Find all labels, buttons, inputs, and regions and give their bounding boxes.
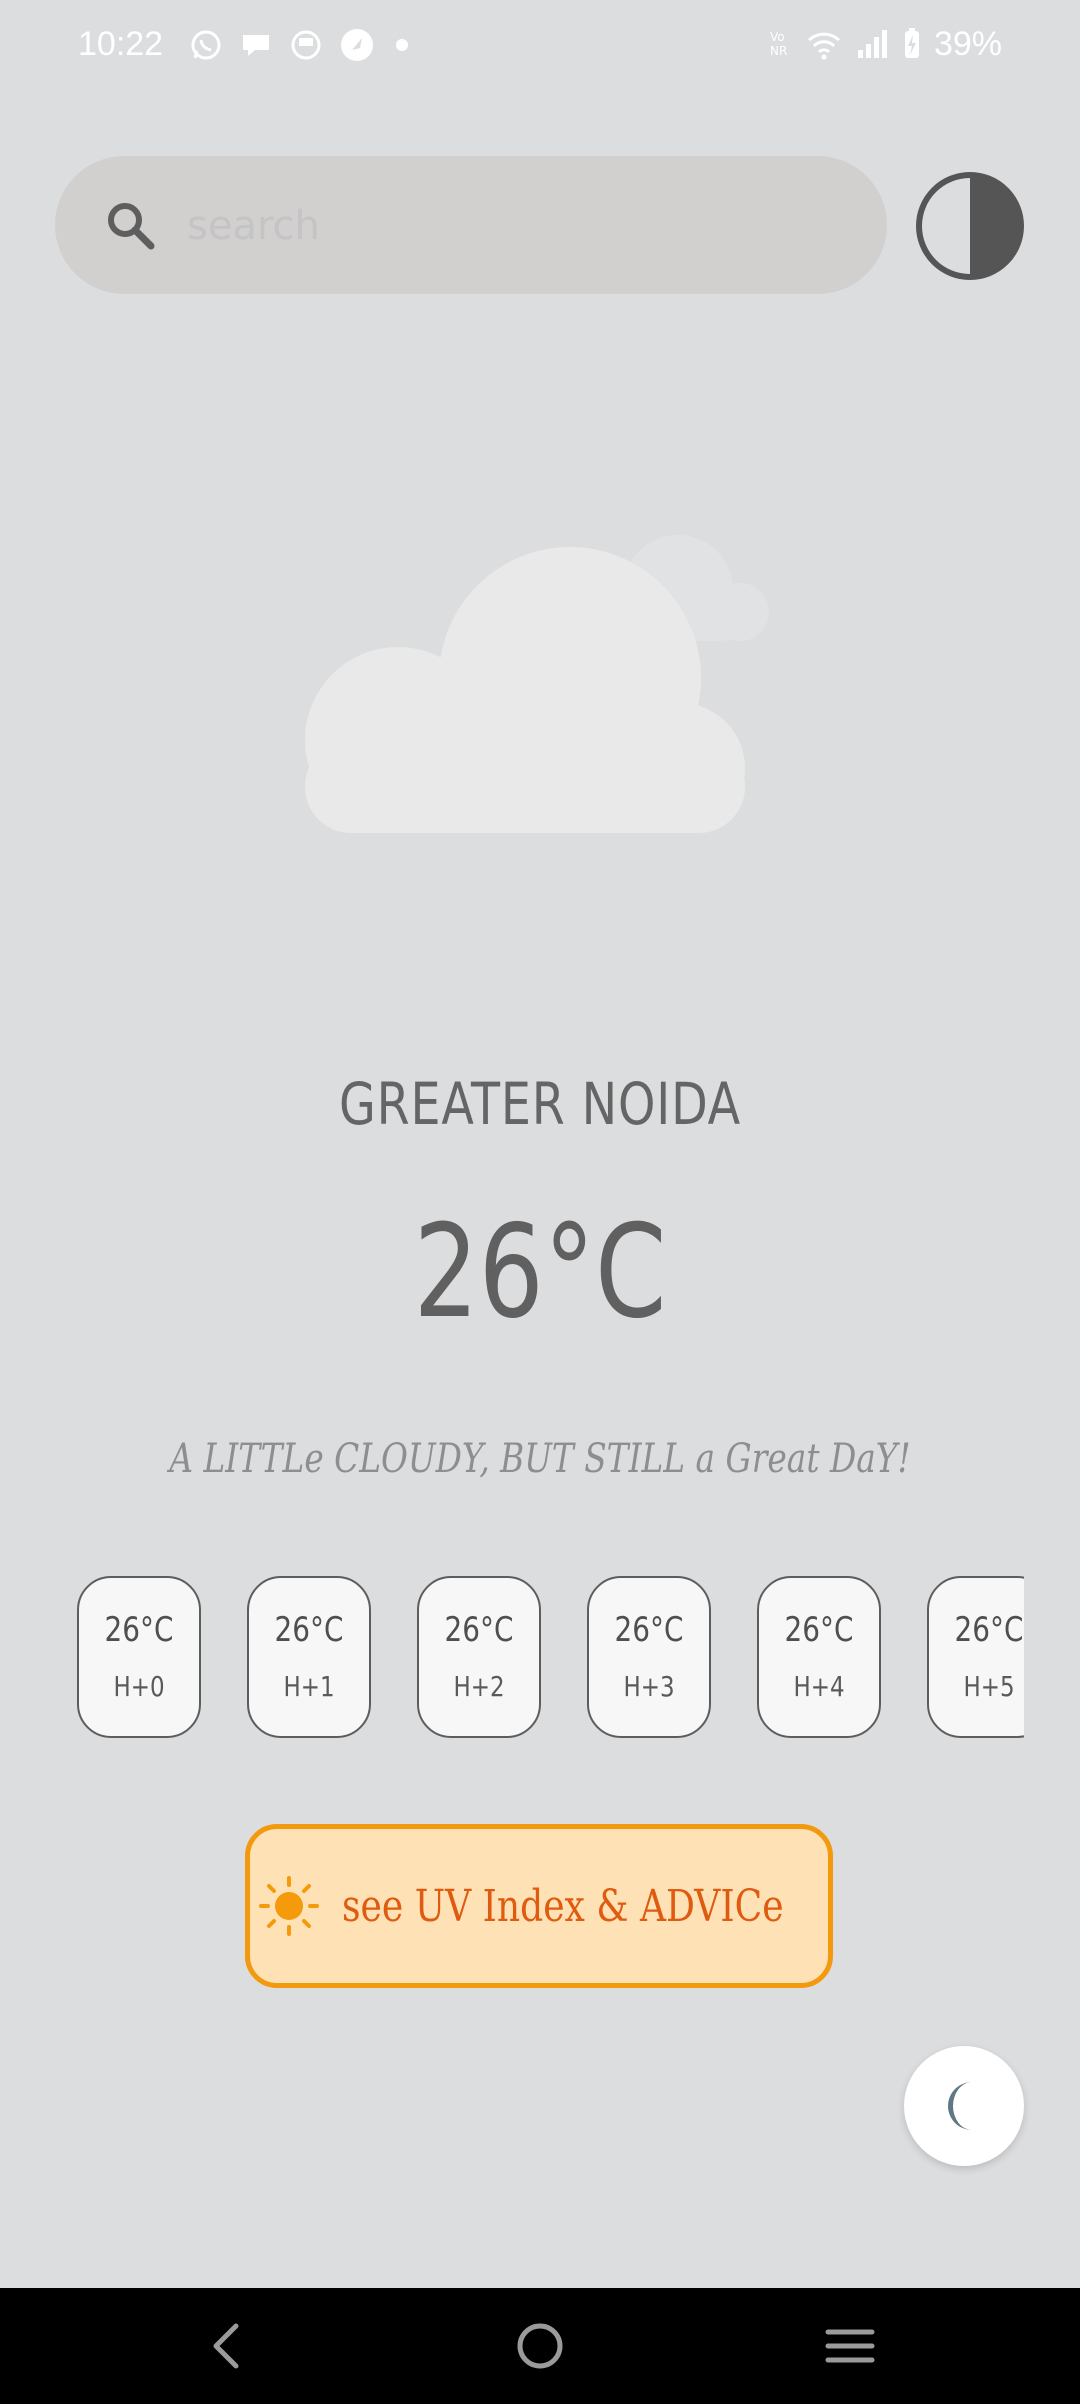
hourly-forecast[interactable]: 26°C H+0 26°C H+1 26°C H+2 26°C H+3 26°C…: [77, 1576, 1024, 1742]
hour-temp: 26°C: [954, 1610, 1024, 1650]
hour-temp: 26°C: [274, 1610, 344, 1650]
hour-label: H+5: [963, 1670, 1015, 1703]
search-input[interactable]: [185, 190, 849, 262]
uv-index-button[interactable]: see UV Index & ADVICe: [245, 1824, 833, 1988]
hour-card[interactable]: 26°C H+5: [927, 1576, 1024, 1738]
dark-mode-button[interactable]: [904, 2046, 1024, 2166]
system-status: Vo NR 39%: [768, 22, 1002, 66]
hour-card[interactable]: 26°C H+2: [417, 1576, 541, 1738]
battery-charging-icon: [904, 28, 919, 58]
signal-icon: [857, 30, 887, 58]
compass-icon: [341, 29, 373, 61]
sun-icon: [258, 1876, 319, 1936]
contrast-toggle-icon[interactable]: [914, 170, 1026, 282]
status-time: 10:22: [78, 25, 164, 63]
wifi-icon: [807, 32, 840, 60]
home-icon[interactable]: [508, 2314, 572, 2378]
moon-icon: [948, 2082, 972, 2130]
svg-text:Vo: Vo: [770, 30, 785, 44]
search-bar[interactable]: [55, 156, 887, 294]
app-icon: [291, 30, 321, 60]
navigation-bar: [0, 2288, 1080, 2404]
whatsapp-icon: [191, 30, 221, 60]
weather-description: A LITTLe CLOUDY, BUT STILL a Great DaY!: [169, 1436, 911, 1482]
hour-card[interactable]: 26°C H+3: [587, 1576, 711, 1738]
notification-icons: [188, 26, 414, 64]
hour-label: H+3: [623, 1670, 675, 1703]
battery-percent: 39%: [933, 25, 1002, 63]
search-icon: [108, 203, 155, 250]
status-bar: 10:22 Vo NR 39%: [0, 0, 1080, 90]
hour-card[interactable]: 26°C H+4: [757, 1576, 881, 1738]
hour-label: H+4: [793, 1670, 845, 1703]
uv-button-label: see UV Index & ADVICe: [341, 1880, 784, 1932]
chat-bubble-icon: [243, 35, 269, 56]
hour-card[interactable]: 26°C H+1: [247, 1576, 371, 1738]
hour-temp: 26°C: [614, 1610, 684, 1650]
hour-temp: 26°C: [444, 1610, 514, 1650]
hour-label: H+2: [453, 1670, 505, 1703]
recents-icon[interactable]: [818, 2314, 882, 2378]
hour-card[interactable]: 26°C H+0: [77, 1576, 201, 1738]
cloud-icon: [305, 535, 769, 833]
city-name: GREATER NOIDA: [338, 1070, 742, 1138]
back-icon[interactable]: [196, 2314, 260, 2378]
hour-label: H+0: [113, 1670, 165, 1703]
volte-icon: Vo NR: [770, 30, 787, 58]
hour-temp: 26°C: [784, 1610, 854, 1650]
hour-label: H+1: [283, 1670, 335, 1703]
hour-temp: 26°C: [104, 1610, 174, 1650]
current-temperature: 26°C: [413, 1198, 667, 1347]
dot-icon: [396, 39, 408, 51]
svg-text:NR: NR: [770, 44, 787, 58]
